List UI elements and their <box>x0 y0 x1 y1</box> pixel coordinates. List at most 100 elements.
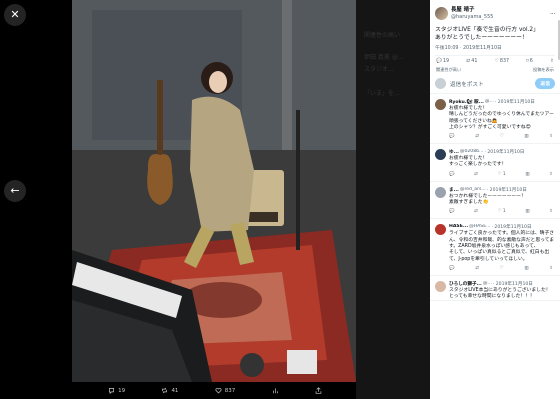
views-action[interactable] <box>272 387 279 394</box>
repost-count: 41 <box>171 387 179 394</box>
close-button[interactable]: ✕ <box>4 4 26 26</box>
share-icon[interactable]: ⇪ <box>549 209 553 214</box>
list-item[interactable]: HASE... @HASE... · 2019年11月10日 ライブすごく良かったで… <box>430 219 560 276</box>
repost-icon[interactable]: ⇄ <box>475 134 479 139</box>
reply-date: · 2019年11月10日 <box>484 150 525 156</box>
avatar <box>435 78 446 89</box>
repost-stat[interactable]: ⇄ 41 <box>466 59 477 64</box>
reply-text: おつかれ様でしたーーーーーーー！ 素敵すぎました👏 <box>449 193 526 206</box>
studio-photo-image <box>72 0 356 382</box>
media-action-bar: 19 41 837 <box>0 382 430 399</box>
like-action[interactable]: 837 <box>215 387 236 394</box>
reply-handle: @... <box>482 280 492 286</box>
share-icon[interactable]: ⇪ <box>549 172 553 177</box>
share-stat[interactable]: ⇪ <box>550 59 554 64</box>
like-stat[interactable]: ♡ 1 <box>498 172 506 177</box>
media-viewer: ✕ ← » <box>0 0 430 399</box>
chart-icon[interactable]: ▥ <box>524 134 528 139</box>
reply-date: · 2019年11月10日 <box>494 100 535 105</box>
related-link[interactable]: 関連性が高い <box>436 67 461 73</box>
heart-icon: ♡ <box>494 59 499 64</box>
reply-icon <box>109 388 115 394</box>
reply-icon[interactable]: 💬 <box>449 266 454 271</box>
post-text-line: ありがとうでしたーーーーーーー！ <box>435 35 528 41</box>
repost-action[interactable]: 41 <box>161 387 178 394</box>
repost-icon[interactable]: ⇄ <box>475 266 479 271</box>
avatar[interactable] <box>435 7 448 20</box>
repost-icon[interactable]: ⇄ <box>474 209 478 214</box>
reply-icon[interactable]: 💬 <box>449 134 454 139</box>
bookmark-count: 6 <box>529 59 533 64</box>
reply-author[interactable]: ひろしの獅子... <box>449 281 482 287</box>
reply-composer: 返信をポスト 返信 <box>430 73 560 94</box>
reply-author[interactable]: HASE... <box>449 224 468 230</box>
reply-button[interactable]: 返信 <box>535 78 555 89</box>
reply-handle: @red_ars... <box>459 186 486 192</box>
avatar[interactable] <box>435 149 446 161</box>
chart-icon[interactable]: ▥ <box>525 209 529 214</box>
repost-icon[interactable]: ⇄ <box>474 172 478 177</box>
like-stat[interactable]: ♡ 1 <box>498 209 506 214</box>
chart-icon <box>272 388 278 394</box>
like-count: 1 <box>502 209 506 215</box>
ghost-line: 「いま」を... <box>364 90 400 97</box>
avatar[interactable] <box>435 99 446 110</box>
post-text-line: スタジオLIVE「奏で生音の行方 vol.2」 <box>435 27 539 33</box>
share-icon: ⇪ <box>549 59 554 64</box>
share-action[interactable] <box>315 387 322 394</box>
heart-icon[interactable]: ♡ <box>500 266 504 271</box>
reply-author[interactable]: ゆ... <box>449 149 459 155</box>
reply-actions: 💬 ⇄ ♡ ▥ ⇪ <box>449 131 555 143</box>
reply-author[interactable]: ま... <box>449 187 459 193</box>
repost-icon <box>162 387 168 394</box>
share-icon <box>315 387 322 394</box>
list-item[interactable]: Ryoku.🐿 稼... @... · 2019年11月10日 お疲れ様でした！ 晴… <box>430 94 560 145</box>
reply-text: スタジオLIVE本当にありがとうございました！ とっても幸せな時間になりました！… <box>449 287 551 300</box>
heart-icon[interactable]: ♡ <box>500 134 504 139</box>
reply-action[interactable]: 19 <box>108 387 125 394</box>
previous-button[interactable]: ← <box>4 180 26 202</box>
reply-count: 19 <box>118 387 126 394</box>
like-count: 837 <box>224 387 236 394</box>
reply-icon[interactable]: 💬 <box>449 172 454 177</box>
chart-icon[interactable]: ▥ <box>524 266 528 271</box>
like-stat[interactable]: ♡ 837 <box>495 59 509 64</box>
reply-author[interactable]: Ryoku.🐿 稼... <box>449 99 484 105</box>
reply-icon[interactable]: 💬 <box>449 209 454 214</box>
post-timestamp[interactable]: 午後10:09 · 2019年11月10日 <box>430 42 560 51</box>
avatar[interactable] <box>435 280 446 292</box>
embed-link[interactable]: 投稿を表示 <box>533 67 554 73</box>
reply-date: · 2019年11月10日 <box>491 225 532 231</box>
post-links: 関連性が高い 投稿を表示 <box>430 64 560 73</box>
list-item[interactable]: ま... @red_ars... · 2019年11月10日 おつかれ様でしたーーー… <box>430 182 560 220</box>
reply-input[interactable]: 返信をポスト <box>450 80 484 88</box>
author-handle[interactable]: @haruyama_555 <box>451 14 493 21</box>
reply-list: Ryoku.🐿 稼... @... · 2019年11月10日 お疲れ様でした！ 晴… <box>430 94 560 302</box>
reply-handle: @HASE... <box>469 224 491 230</box>
photo[interactable] <box>72 0 356 382</box>
reply-handle: @0208b... <box>459 149 484 155</box>
chart-icon[interactable]: ▥ <box>525 172 529 177</box>
bookmark-stat[interactable]: ⌑ 6 <box>526 59 533 64</box>
reply-stat[interactable]: 💬 19 <box>436 59 449 64</box>
avatar[interactable] <box>435 224 446 236</box>
reply-date: · 2019年11月10日 <box>492 281 533 287</box>
more-icon[interactable]: ··· <box>550 10 556 18</box>
reply-text: お疲れ様でした！ 晴しんどうだったのでゆっくり休んでまたツアー頑張ってくださいね… <box>449 106 554 130</box>
ghost-line: 関連性の高い <box>364 32 401 39</box>
list-item[interactable]: ゆ... @0208b... · 2019年11月10日 お疲れ様でした！ すっごく… <box>430 144 560 182</box>
post-header: 長屋 晴子 @haruyama_555 ··· <box>430 0 560 22</box>
heart-icon <box>215 387 222 394</box>
reply-count: 19 <box>442 59 450 64</box>
share-icon[interactable]: ⇪ <box>549 266 553 271</box>
avatar[interactable] <box>435 186 446 198</box>
reply-actions: 💬 ⇄ ♡ ▥ ⇪ <box>449 263 555 275</box>
reply-actions: 💬 ⇄ ♡ 1 ▥ ⇪ <box>449 206 555 218</box>
ghost-line: スタジオ... <box>364 66 394 73</box>
repost-count: 41 <box>471 59 478 64</box>
post-text: スタジオLIVE「奏で生音の行方 vol.2」 ありがとうでしたーーーーーーー！ <box>430 22 560 42</box>
share-icon[interactable]: ⇪ <box>549 134 553 139</box>
list-item[interactable]: ひろしの獅子... @... · 2019年11月10日 スタジオLIVE本当にあり… <box>430 276 560 302</box>
reply-handle: @... <box>484 99 494 104</box>
post-side-panel: 長屋 晴子 @haruyama_555 ··· スタジオLIVE「奏で生音の行方… <box>430 0 560 399</box>
